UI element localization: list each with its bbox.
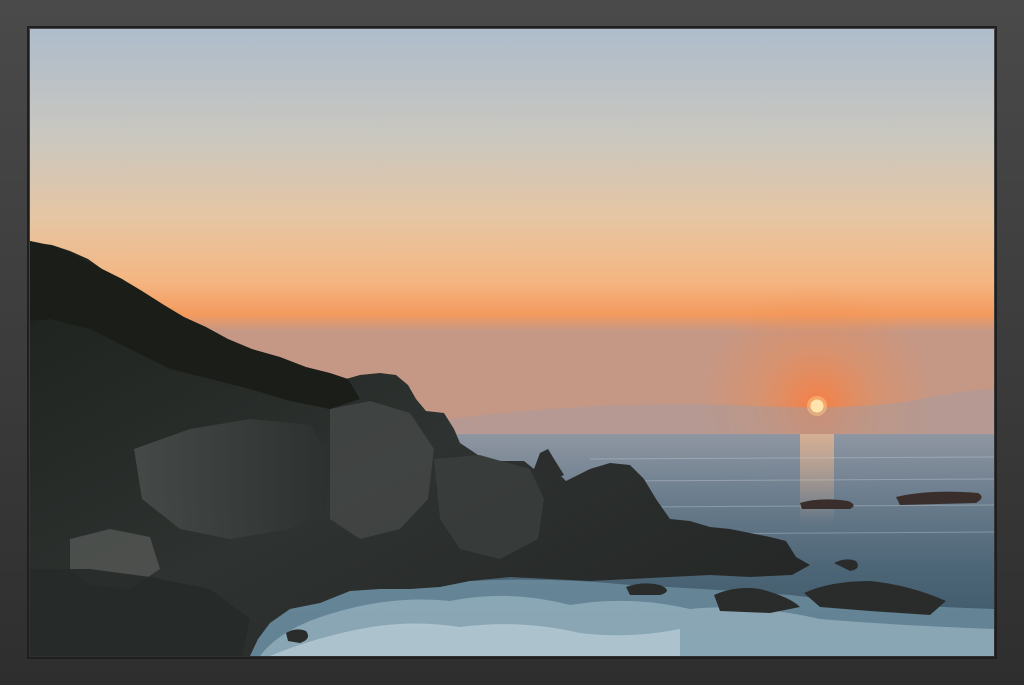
- picture-frame: [0, 0, 1024, 685]
- sunset-photo: [30, 29, 994, 656]
- sun-reflection: [800, 434, 834, 524]
